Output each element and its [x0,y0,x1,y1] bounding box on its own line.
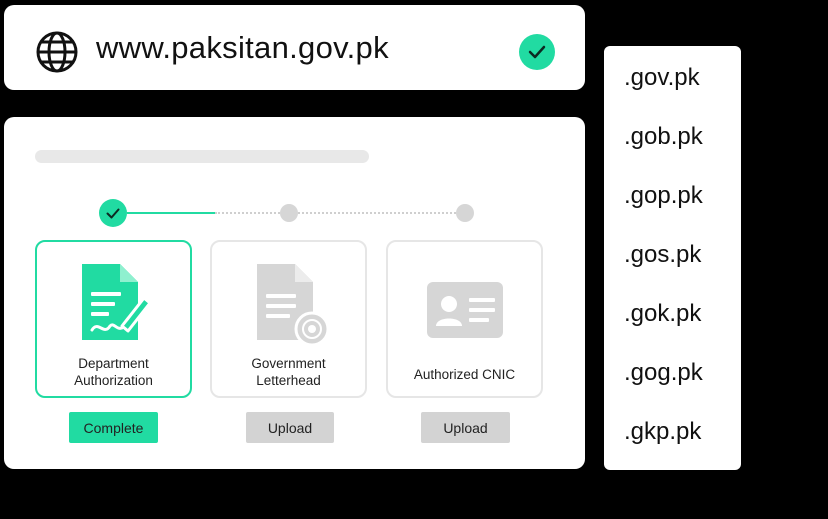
domain-item: .gov.pk [624,64,700,91]
check-circle-icon [519,34,555,70]
complete-button[interactable]: Complete [69,412,158,443]
document-label: Department Authorization [74,356,153,388]
stepper [4,117,585,257]
upload-cnic-button[interactable]: Upload [421,412,510,443]
domain-item: .gop.pk [624,182,703,209]
check-icon [106,208,120,218]
globe-icon [36,31,78,73]
check-icon [528,45,546,59]
document-card-government-letterhead[interactable]: Government Letterhead [210,240,367,398]
domain-item: .gog.pk [624,359,703,386]
step-1-done [99,199,127,227]
document-label: Government Letterhead [251,356,326,388]
url-text[interactable]: www.paksitan.gov.pk [96,29,389,67]
step-connector-done [127,212,215,214]
document-card-authorized-cnic[interactable]: Authorized CNIC [386,240,543,398]
step-connector-pending [298,212,456,214]
step-3-pending [456,204,474,222]
step-2-pending [280,204,298,222]
id-card-icon [426,282,503,338]
domain-list: .gov.pk .gob.pk .gop.pk .gos.pk .gok.pk … [604,46,741,470]
domain-item: .gob.pk [624,123,703,150]
document-label: Authorized CNIC [413,367,516,382]
signed-document-icon [81,264,151,340]
url-bar[interactable]: www.paksitan.gov.pk [4,5,585,90]
upload-letterhead-button[interactable]: Upload [246,412,334,443]
domain-item: .gkp.pk [624,418,702,445]
domain-item: .gok.pk [624,300,702,327]
verification-form: Department Authorization Government Lett… [4,117,585,469]
domain-item: .gos.pk [624,241,702,268]
letterhead-document-icon [256,264,329,346]
step-connector-pending [215,212,280,214]
document-card-department-authorization[interactable]: Department Authorization [35,240,192,398]
